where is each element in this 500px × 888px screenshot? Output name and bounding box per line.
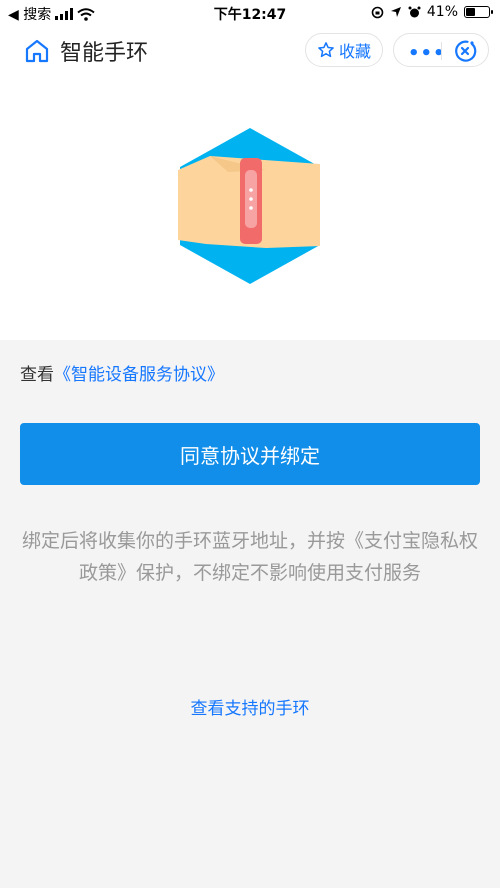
star-icon bbox=[318, 42, 334, 58]
navigation-bar: 智能手环 收藏 ••• bbox=[0, 26, 500, 76]
rotation-lock-icon bbox=[371, 6, 384, 18]
capsule-divider bbox=[441, 42, 442, 60]
agreement-line: 查看《智能设备服务协议》 bbox=[20, 360, 224, 385]
agree-and-bind-button[interactable]: 同意协议并绑定 bbox=[20, 423, 480, 485]
home-icon[interactable] bbox=[24, 38, 50, 64]
battery-fill bbox=[466, 8, 475, 16]
more-icon[interactable]: ••• bbox=[408, 43, 446, 64]
page-title: 智能手环 bbox=[60, 41, 149, 66]
hero-banner bbox=[0, 76, 500, 340]
favorite-label: 收藏 bbox=[338, 42, 371, 61]
close-icon[interactable] bbox=[453, 39, 477, 63]
status-bar: ◀ 搜索 下午12:47 41% bbox=[0, 0, 500, 26]
location-icon bbox=[390, 7, 401, 17]
mini-app-capsule: ••• bbox=[393, 33, 489, 67]
privacy-notice: 绑定后将收集你的手环蓝牙地址，并按《支付宝隐私权政策》保护，不绑定不影响使用支付… bbox=[21, 530, 478, 584]
favorite-button[interactable]: 收藏 bbox=[305, 33, 383, 67]
battery-icon bbox=[464, 6, 493, 18]
status-right: 41% bbox=[371, 4, 493, 20]
agreement-prefix: 查看 bbox=[20, 365, 54, 385]
supported-bands-link[interactable]: 查看支持的手环 bbox=[0, 694, 500, 719]
battery-percent: 41% bbox=[426, 4, 458, 20]
band-illustration bbox=[178, 128, 320, 284]
alarm-icon bbox=[408, 6, 421, 17]
service-agreement-link[interactable]: 《智能设备服务协议》 bbox=[54, 365, 224, 385]
